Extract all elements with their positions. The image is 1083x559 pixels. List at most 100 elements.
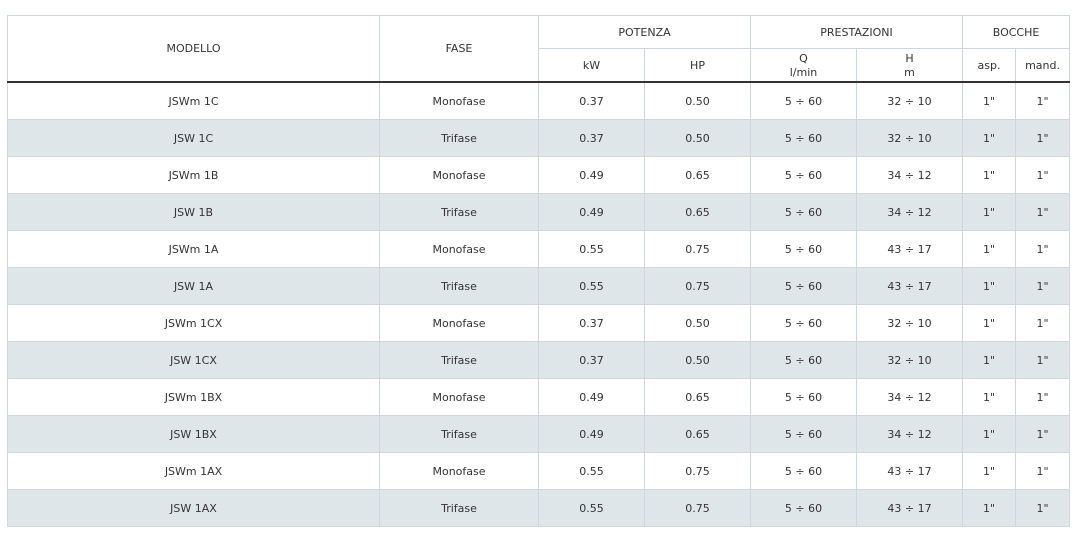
cell-hp: 0.75 [644, 230, 751, 268]
cell-hp: 0.50 [644, 81, 751, 120]
header-prestazioni: PRESTAZIONI [749, 15, 964, 49]
cell-modello: JSW 1A [7, 267, 380, 305]
cell-hp: 0.50 [644, 341, 751, 379]
cell-asp: 1" [962, 267, 1017, 305]
cell-kw: 0.37 [538, 81, 645, 120]
cell-hp: 0.50 [644, 119, 751, 157]
cell-hp: 0.75 [644, 452, 751, 490]
cell-asp: 1" [962, 81, 1017, 120]
cell-h: 34 ÷ 12 [855, 156, 964, 194]
cell-q: 5 ÷ 60 [750, 378, 857, 416]
header-q: Q l/min [750, 48, 857, 83]
cell-kw: 0.37 [538, 304, 645, 342]
cell-modello: JSWm 1AX [7, 452, 380, 490]
header-kw: kW [538, 48, 645, 83]
header-modello: MODELLO [7, 15, 380, 83]
cell-q: 5 ÷ 60 [750, 119, 857, 157]
table-row: JSWm 1A Monofase 0.55 0.75 5 ÷ 60 43 ÷ 1… [7, 230, 1071, 268]
header-mand: mand. [1015, 48, 1071, 83]
cell-mand: 1" [1015, 230, 1071, 268]
cell-q: 5 ÷ 60 [750, 304, 857, 342]
cell-h: 43 ÷ 17 [855, 452, 964, 490]
header-potenza: POTENZA [538, 15, 751, 49]
table-body: JSWm 1C Monofase 0.37 0.50 5 ÷ 60 32 ÷ 1… [7, 81, 1071, 527]
cell-fase: Monofase [379, 81, 539, 120]
cell-asp: 1" [962, 193, 1017, 231]
table-row: JSW 1A Trifase 0.55 0.75 5 ÷ 60 43 ÷ 17 … [7, 267, 1071, 305]
cell-fase: Trifase [379, 119, 539, 157]
cell-fase: Trifase [379, 489, 539, 527]
cell-h: 32 ÷ 10 [855, 304, 964, 342]
cell-h: 32 ÷ 10 [855, 341, 964, 379]
cell-asp: 1" [962, 341, 1017, 379]
cell-modello: JSWm 1C [7, 81, 380, 120]
spec-table-container: MODELLO FASE POTENZA PRESTAZIONI BOCCHE … [7, 15, 1071, 527]
cell-hp: 0.65 [644, 156, 751, 194]
cell-mand: 1" [1015, 341, 1071, 379]
cell-q: 5 ÷ 60 [750, 81, 857, 120]
table-row: JSW 1AX Trifase 0.55 0.75 5 ÷ 60 43 ÷ 17… [7, 489, 1071, 527]
cell-mand: 1" [1015, 81, 1071, 120]
header-hp: HP [644, 48, 751, 83]
cell-asp: 1" [962, 230, 1017, 268]
cell-q: 5 ÷ 60 [750, 489, 857, 527]
cell-modello: JSWm 1BX [7, 378, 380, 416]
table-row: JSW 1BX Trifase 0.49 0.65 5 ÷ 60 34 ÷ 12… [7, 415, 1071, 453]
cell-h: 34 ÷ 12 [855, 415, 964, 453]
table-row: JSW 1CX Trifase 0.37 0.50 5 ÷ 60 32 ÷ 10… [7, 341, 1071, 379]
header-h-unit: m [904, 66, 915, 79]
cell-kw: 0.37 [538, 119, 645, 157]
cell-asp: 1" [962, 415, 1017, 453]
cell-h: 43 ÷ 17 [855, 230, 964, 268]
table-header: MODELLO FASE POTENZA PRESTAZIONI BOCCHE … [7, 15, 1071, 83]
cell-q: 5 ÷ 60 [750, 193, 857, 231]
table-row: JSW 1B Trifase 0.49 0.65 5 ÷ 60 34 ÷ 12 … [7, 193, 1071, 231]
cell-h: 43 ÷ 17 [855, 489, 964, 527]
cell-h: 43 ÷ 17 [855, 267, 964, 305]
cell-modello: JSWm 1CX [7, 304, 380, 342]
header-q-label: Q [799, 52, 808, 65]
cell-q: 5 ÷ 60 [750, 156, 857, 194]
cell-modello: JSW 1B [7, 193, 380, 231]
cell-hp: 0.65 [644, 415, 751, 453]
cell-asp: 1" [962, 489, 1017, 527]
cell-hp: 0.75 [644, 267, 751, 305]
cell-hp: 0.65 [644, 378, 751, 416]
cell-asp: 1" [962, 304, 1017, 342]
cell-h: 32 ÷ 10 [855, 119, 964, 157]
header-fase: FASE [379, 15, 539, 83]
header-h: H m [855, 48, 964, 83]
cell-q: 5 ÷ 60 [750, 415, 857, 453]
cell-kw: 0.49 [538, 193, 645, 231]
cell-modello: JSW 1BX [7, 415, 380, 453]
cell-h: 34 ÷ 12 [855, 193, 964, 231]
table-row: JSWm 1CX Monofase 0.37 0.50 5 ÷ 60 32 ÷ … [7, 304, 1071, 342]
cell-asp: 1" [962, 378, 1017, 416]
cell-mand: 1" [1015, 156, 1071, 194]
cell-mand: 1" [1015, 452, 1071, 490]
cell-mand: 1" [1015, 267, 1071, 305]
cell-q: 5 ÷ 60 [750, 267, 857, 305]
cell-fase: Trifase [379, 267, 539, 305]
cell-kw: 0.55 [538, 452, 645, 490]
cell-kw: 0.55 [538, 489, 645, 527]
cell-modello: JSW 1AX [7, 489, 380, 527]
cell-mand: 1" [1015, 193, 1071, 231]
cell-h: 32 ÷ 10 [855, 81, 964, 120]
table-row: JSWm 1AX Monofase 0.55 0.75 5 ÷ 60 43 ÷ … [7, 452, 1071, 490]
cell-mand: 1" [1015, 415, 1071, 453]
cell-q: 5 ÷ 60 [750, 452, 857, 490]
cell-mand: 1" [1015, 489, 1071, 527]
cell-q: 5 ÷ 60 [750, 341, 857, 379]
cell-asp: 1" [962, 119, 1017, 157]
cell-asp: 1" [962, 156, 1017, 194]
cell-h: 34 ÷ 12 [855, 378, 964, 416]
cell-modello: JSW 1CX [7, 341, 380, 379]
cell-mand: 1" [1015, 304, 1071, 342]
cell-hp: 0.75 [644, 489, 751, 527]
cell-fase: Trifase [379, 341, 539, 379]
header-h-label: H [905, 52, 914, 65]
cell-kw: 0.49 [538, 415, 645, 453]
cell-fase: Monofase [379, 230, 539, 268]
table-row: JSWm 1BX Monofase 0.49 0.65 5 ÷ 60 34 ÷ … [7, 378, 1071, 416]
